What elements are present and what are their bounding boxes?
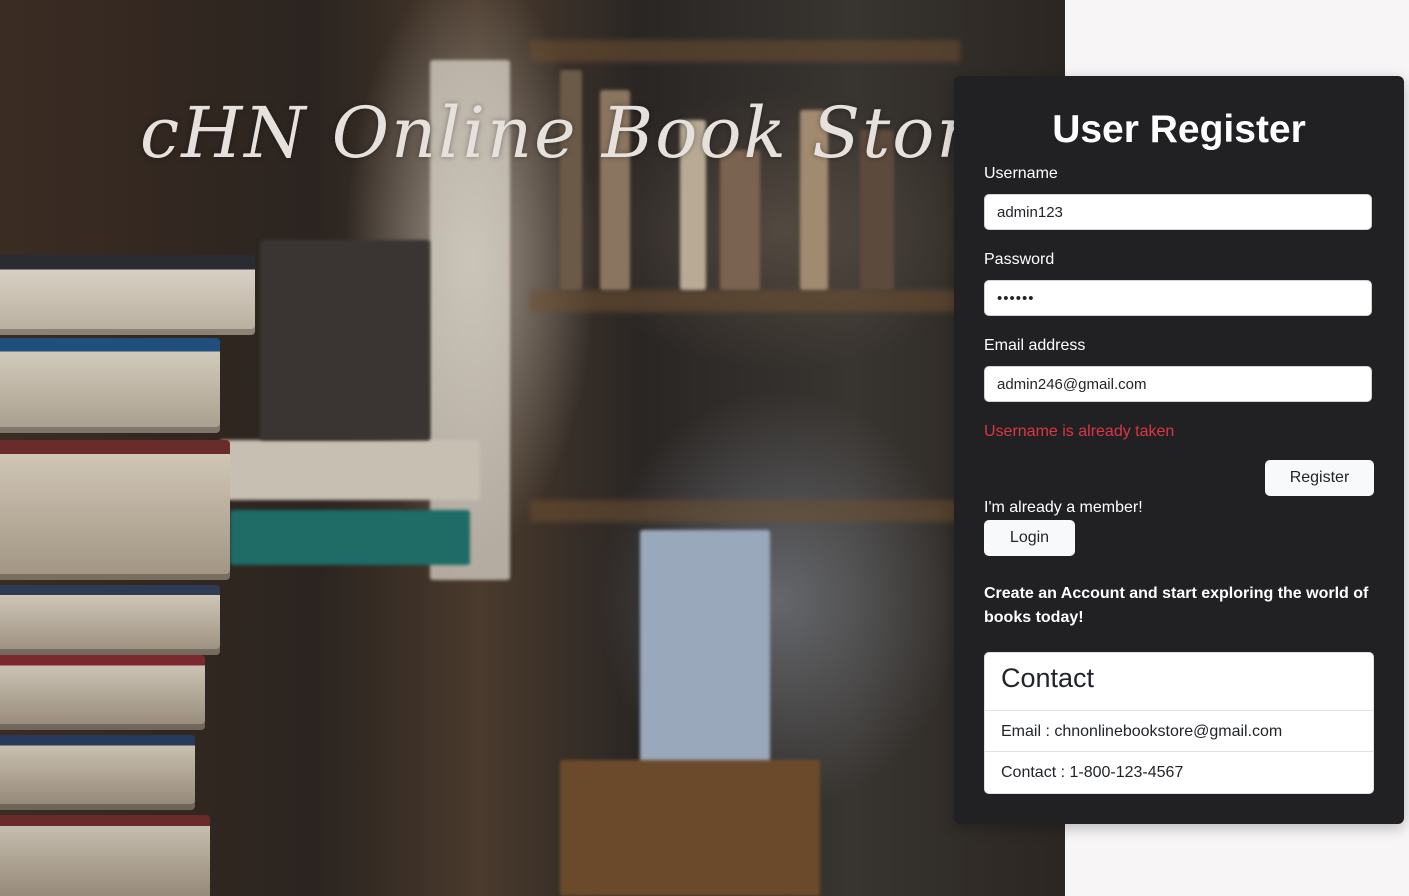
username-input[interactable]: admin123 (984, 194, 1372, 230)
book-stack (0, 255, 255, 335)
background-bookshelf-image: cHN Online Book Store (0, 0, 1065, 896)
register-title: User Register (1052, 108, 1306, 151)
book-decoration (230, 510, 470, 565)
book-decoration (640, 530, 770, 780)
book-decoration (220, 440, 480, 500)
register-panel: User Register Username admin123 Password… (954, 76, 1404, 824)
book-stack (0, 585, 220, 655)
username-label: Username (984, 165, 1058, 182)
email-label: Email address (984, 337, 1086, 354)
book-stack (0, 735, 195, 810)
book-stack (0, 655, 205, 730)
email-input[interactable]: admin246@gmail.com (984, 366, 1372, 402)
contact-card: Contact Email : chnonlinebookstore@gmail… (984, 652, 1374, 794)
shelf-decoration (530, 500, 960, 522)
store-title: cHN Online Book Store (140, 92, 1016, 174)
book-stack (0, 815, 210, 896)
contact-phone: Contact : 1-800-123-4567 (1001, 764, 1184, 781)
password-label: Password (984, 251, 1055, 268)
book-decoration (560, 760, 820, 896)
register-button[interactable]: Register (1265, 460, 1374, 496)
contact-email: Email : chnonlinebookstore@gmail.com (985, 711, 1373, 752)
promo-text: Create an Account and start exploring th… (984, 585, 1369, 626)
book-decoration (260, 240, 430, 440)
contact-heading: Contact (985, 653, 1373, 711)
password-input[interactable]: •••••• (984, 280, 1372, 316)
member-text: I'm already a member! (984, 499, 1143, 516)
book-stack (0, 338, 220, 433)
shelf-decoration (530, 40, 960, 62)
error-message: Username is already taken (984, 423, 1175, 440)
shelf-decoration (530, 290, 960, 312)
book-stack (0, 440, 230, 580)
login-button[interactable]: Login (984, 520, 1075, 556)
